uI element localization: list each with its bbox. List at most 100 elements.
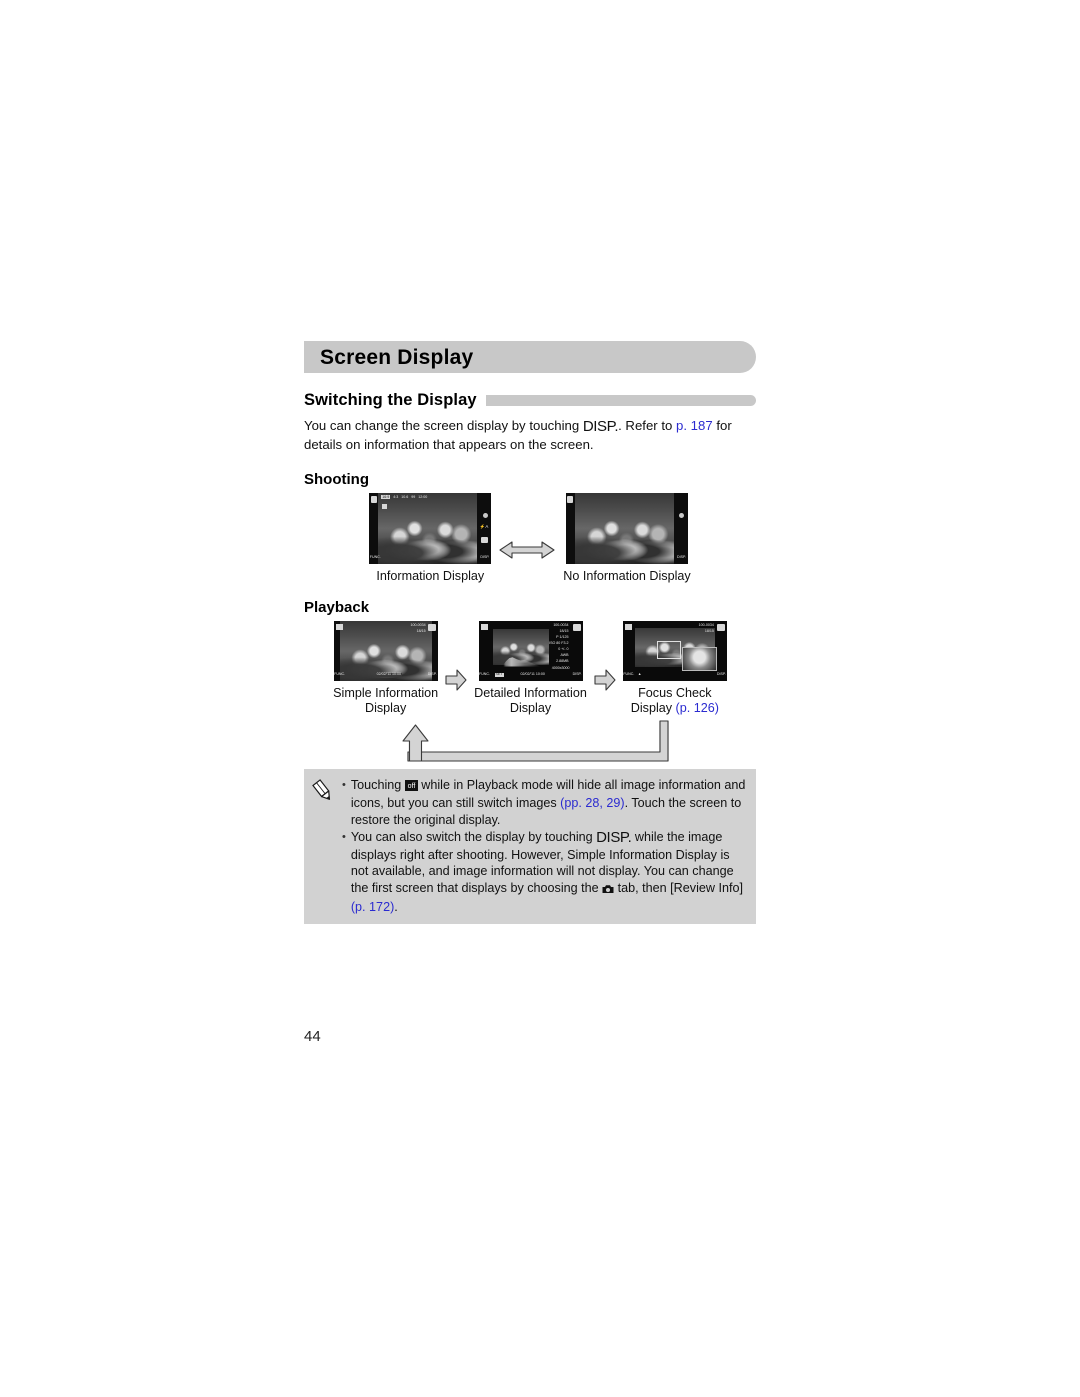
capture-date: 02/02/'11 10:00 [520,672,545,677]
lcd-left-bar [565,493,575,564]
white-balance-info: AWB [560,652,569,657]
document-page: Screen Display Switching the Display You… [0,0,1080,1397]
shooting-screens-row: 16:9 4:3 10.6 99 12:00 ⚡A DISP. FUNC. In… [304,493,756,585]
disp-softkey[interactable]: DISP. [480,556,489,560]
info-off-icon: off [404,779,418,796]
note-text: You can also switch the display by touch… [351,829,746,915]
lcd-photo [492,628,549,665]
playback-mode-chip: SET [494,672,504,677]
lcd-photo [574,493,674,564]
edit-icon[interactable] [573,623,581,631]
frame-number: 18/15 [704,629,714,633]
disp-softkey[interactable]: DISP. [428,673,437,677]
note-text: Touching off while in Playback mode will… [351,777,746,829]
focus-frame-icon [656,640,681,659]
record-dot-icon [482,513,488,518]
note-callout-box: • Touching off while in Playback mode wi… [304,768,756,925]
index-view-icon[interactable] [480,623,488,630]
af-frame-icon [382,504,388,509]
frame-number: 18/15 [416,629,426,633]
iso-aperture-info: ISO 80 F3.2 [549,640,569,645]
playback-caption-2-line2: Display [630,701,676,715]
playback-caption-1-line1: Detailed Information [474,685,587,700]
disp-icon: DISP. [596,829,632,847]
file-number: 100-0034 [553,622,569,627]
macro-icon [481,537,489,543]
exposure-info: P 1/125 [556,634,569,639]
playback-screen-detailed-information: 100-0034 18/15 P 1/125 ISO 80 F3.2 0 +/-… [474,620,587,717]
edit-icon[interactable] [428,623,437,631]
disp-softkey[interactable]: DISP. [677,556,686,560]
note-0-seg-0: Touching [350,777,405,792]
shooting-caption-1: No Information Display [563,569,691,583]
file-size-info: 2.88MB [556,658,569,663]
playback-caption-2-line1: Focus Check [638,685,712,700]
lcd-screen: 100-0034 18/15 P 1/125 ISO 80 F3.2 0 +/-… [478,620,583,681]
playback-screen-simple-information: 100-0034 18/15 FUNC. 02/02/'11 10:00 DIS… [333,620,439,717]
playback-caption-1: Detailed Information Display [474,686,587,717]
note-1-seg-4: tab, then [Review Info] [614,881,743,896]
lcd-top-status-row: 16:9 4:3 10.6 99 12:00 [381,495,428,499]
note-1-seg-6: . [394,899,398,914]
page-reference-link-172[interactable]: (p. 172) [351,900,394,914]
page-number: 44 [304,1028,321,1045]
lcd-right-bar [673,493,688,564]
func-softkey[interactable]: FUNC. [479,673,490,677]
note-bullet-icon: • [342,831,346,844]
note-bullet-icon: • [342,778,346,791]
disp-softkey[interactable]: DISP. [717,673,726,677]
playback-caption-0-line1: Simple Information [333,685,439,700]
lcd-screen: DISP. [565,493,688,564]
image-dimensions: 4000x3000 [551,665,570,670]
playback-caption-2: Focus Check Display (p. 126) [631,686,719,717]
lcd-photo [378,493,478,564]
func-softkey[interactable]: FUNC. [334,673,345,677]
pencil-icon [312,778,331,800]
focus-check-inset [681,646,717,671]
disp-icon: DISP. [582,418,619,435]
edit-icon[interactable] [717,623,726,631]
lcd-screen: 100-0034 18/15 FUNC. 02/02/'11 10:00 DIS… [333,620,438,681]
func-softkey[interactable]: FUNC. [370,556,381,560]
flash-auto-icon: ⚡A [479,524,489,529]
lcd-screen: 16:9 4:3 10.6 99 12:00 ⚡A DISP. FUNC. [369,493,492,564]
lcd-left-bar [369,493,379,564]
file-number: 100-0034 [410,623,426,627]
note-item: • You can also switch the display by tou… [342,829,746,915]
subheading-shooting: Shooting [304,471,369,488]
page-reference-link-28-29[interactable]: (pp. 28, 29) [560,796,624,810]
index-view-icon[interactable] [335,623,343,630]
loopback-arrow-icon [402,719,669,762]
magnify-icon: ▲ [637,672,642,677]
note-item: • Touching off while in Playback mode wi… [342,777,746,829]
page-content: Screen Display Switching the Display You… [304,341,756,925]
lcd-screen: 100-0034 18/15 FUNC. ▲ DISP. [622,620,727,681]
index-view-icon[interactable] [624,623,632,630]
shot-info-strip: 02/02/'11 10:00 [375,672,403,677]
bidirectional-arrow-icon [499,541,555,559]
right-arrow-icon [594,668,616,691]
frame-number: 18/15 [559,628,569,633]
disp-softkey[interactable]: DISP. [573,673,582,677]
note-body: • Touching off while in Playback mode wi… [342,777,746,916]
playback-screen-focus-check: 100-0034 18/15 FUNC. ▲ DISP. Focus Check… [622,620,727,717]
file-number: 100-0034 [698,623,714,627]
func-softkey[interactable]: FUNC. [623,673,634,677]
subheading-playback: Playback [304,598,370,616]
section-heading-rule [485,395,756,406]
section-heading: Switching the Display [304,391,756,410]
chapter-header-bar: Screen Display [304,341,756,373]
section-heading-label: Switching the Display [304,391,477,409]
loopback-arrow-wrap [304,719,756,763]
page-reference-link-126[interactable]: (p. 126) [676,701,719,715]
note-1-seg-0: You can also switch the display by touch… [350,830,597,845]
note-icon-wrap [312,777,342,916]
shooting-screen-information-display: 16:9 4:3 10.6 99 12:00 ⚡A DISP. FUNC. In… [369,493,492,585]
playback-caption-0-line2: Display [364,701,407,715]
shooting-caption-0: Information Display [376,569,485,583]
right-arrow-icon [445,668,467,691]
page-reference-link-187[interactable]: p. 187 [676,418,713,433]
intro-text-part2: . Refer to [618,418,676,433]
shooting-screen-no-information-display: DISP. No Information Display [563,493,691,585]
page-title: Screen Display [320,345,474,369]
